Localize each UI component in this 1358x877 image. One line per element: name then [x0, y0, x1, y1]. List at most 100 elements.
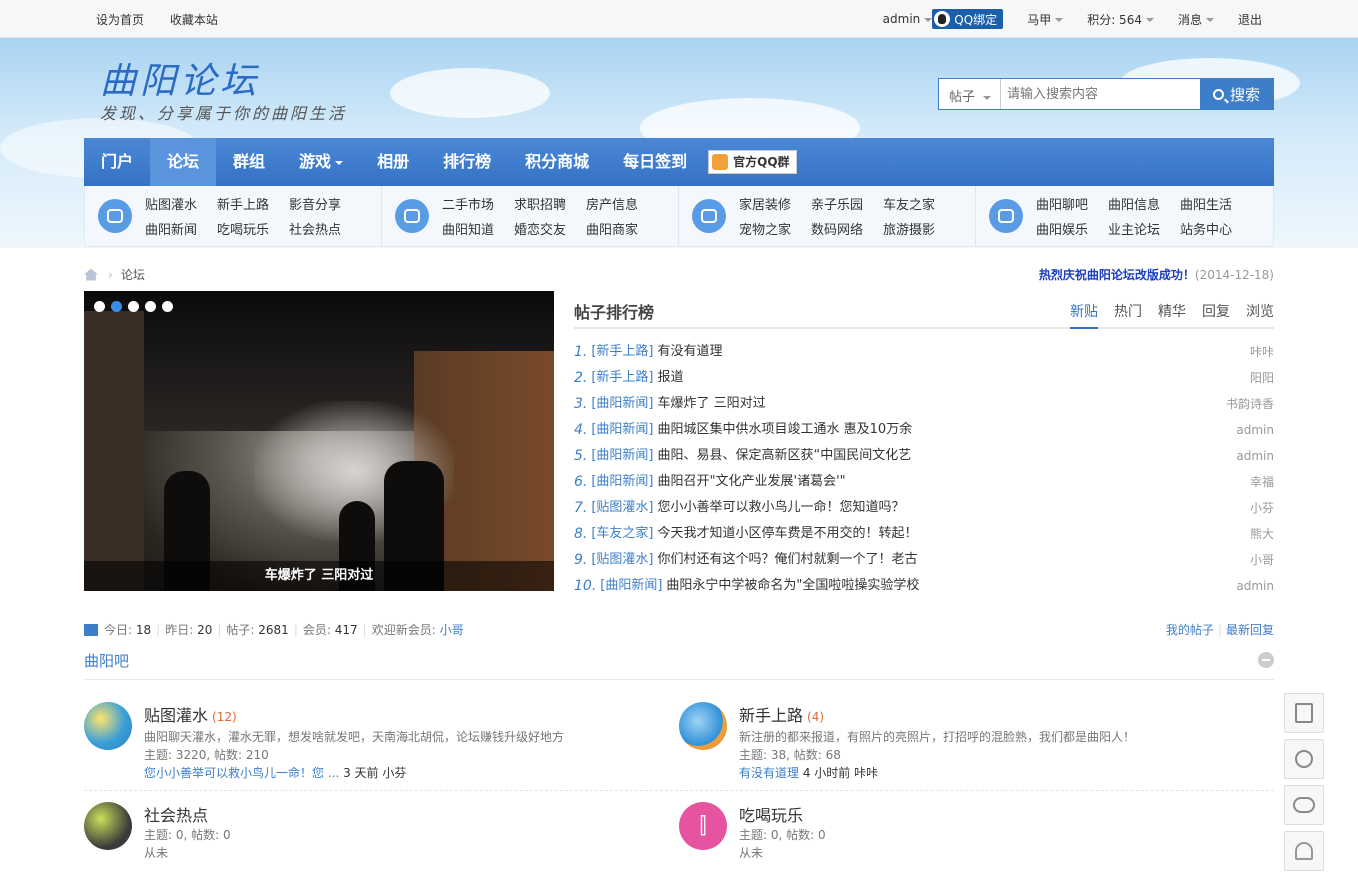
rank-author[interactable]: admin — [1236, 573, 1274, 599]
sub-nav-link[interactable]: 家居装修 — [739, 194, 811, 213]
nav-item-groups[interactable]: 群组 — [216, 138, 282, 186]
sub-nav-link[interactable]: 宠物之家 — [739, 219, 811, 238]
points-menu[interactable]: 积分: 564 — [1087, 11, 1154, 28]
slider-dot[interactable] — [162, 301, 173, 312]
forum-item[interactable]: 贴图灌水 (12) 曲阳聊天灌水，灌水无罪，想发啥就发吧，天南海北胡侃，论坛赚钱升… — [84, 702, 644, 788]
forum-last-post-link[interactable]: 您小小善举可以救小鸟儿一命！您 ... — [144, 766, 339, 780]
sub-nav-link[interactable]: 曲阳聊吧 — [1036, 194, 1108, 213]
search-button[interactable]: 搜索 — [1200, 79, 1273, 109]
nav-item-shop[interactable]: 积分商城 — [508, 138, 606, 186]
rank-category[interactable]: [新手上路] — [591, 339, 653, 365]
rank-category[interactable]: [贴图灌水] — [591, 547, 653, 573]
rank-author[interactable]: 小芬 — [1250, 495, 1274, 521]
nav-item-games[interactable]: 游戏 — [282, 138, 360, 186]
rank-category[interactable]: [曲阳新闻] — [591, 391, 653, 417]
nav-item-portal[interactable]: 门户 — [84, 138, 150, 186]
sub-nav-link[interactable]: 社会热点 — [289, 219, 361, 238]
nav-item-forum[interactable]: 论坛 — [150, 138, 217, 186]
list-item[interactable]: 7. [贴图灌水] 您小小善举可以救小鸟儿一命！您知道吗？ 小芬 — [574, 495, 1274, 521]
forum-name[interactable]: 贴图灌水 — [144, 706, 208, 725]
rank-author[interactable]: 阳阳 — [1250, 365, 1274, 391]
qq-bind-button[interactable]: QQ绑定 — [932, 9, 1004, 29]
sub-nav-link[interactable]: 吃喝玩乐 — [217, 219, 289, 238]
home-icon[interactable] — [84, 268, 98, 281]
sub-nav-link[interactable]: 业主论坛 — [1108, 219, 1180, 238]
collapse-icon[interactable] — [1258, 652, 1274, 668]
rank-title[interactable]: 曲阳召开"文化产业发展'诸葛会'" — [658, 469, 846, 495]
list-item[interactable]: 10. [曲阳新闻] 曲阳永宁中学被命名为"全国啦啦操实验学校 admin — [574, 573, 1274, 599]
slider-dot[interactable] — [94, 301, 105, 312]
list-item[interactable]: 4. [曲阳新闻] 曲阳城区集中供水项目竣工通水 惠及10万余 admin — [574, 417, 1274, 443]
search-input[interactable] — [1001, 79, 1200, 109]
user-icon[interactable] — [1284, 831, 1324, 871]
slider-dot[interactable] — [128, 301, 139, 312]
tab-hot[interactable]: 热门 — [1114, 301, 1142, 329]
forum-name[interactable]: 新手上路 — [739, 706, 803, 725]
rank-author[interactable]: admin — [1236, 443, 1274, 469]
rank-category[interactable]: [新手上路] — [591, 365, 653, 391]
nav-item-ranking[interactable]: 排行榜 — [426, 138, 508, 186]
rank-title[interactable]: 报道 — [658, 365, 684, 391]
rank-title[interactable]: 你们村还有这个吗？俺们村就剩一个了！老古 — [658, 547, 918, 573]
rank-title[interactable]: 今天我才知道小区停车费是不用交的！转起！ — [658, 521, 918, 547]
sub-nav-link[interactable]: 影音分享 — [289, 194, 361, 213]
sub-nav-link[interactable]: 求职招聘 — [514, 194, 586, 213]
slide-caption[interactable]: 车爆炸了 三阳对过 — [84, 561, 554, 591]
announcement-link[interactable]: 热烈庆祝曲阳论坛改版成功！ — [1039, 268, 1195, 282]
image-slider[interactable]: 车爆炸了 三阳对过 — [84, 291, 554, 591]
sub-nav-link[interactable]: 站务中心 — [1180, 219, 1252, 238]
rank-title[interactable]: 曲阳、易县、保定高新区获“中国民间文化艺 — [658, 443, 912, 469]
sub-nav-link[interactable]: 旅游摄影 — [883, 219, 955, 238]
sub-nav-link[interactable]: 亲子乐园 — [811, 194, 883, 213]
sub-nav-link[interactable]: 曲阳生活 — [1180, 194, 1252, 213]
forum-item[interactable]: 社会热点 主题: 0, 帖数: 0 从未 — [84, 802, 644, 877]
sub-nav-link[interactable]: 曲阳信息 — [1108, 194, 1180, 213]
forum-item[interactable]: ⫿ 吃喝玩乐 主题: 0, 帖数: 0 从未 — [679, 802, 1239, 877]
tab-views[interactable]: 浏览 — [1246, 301, 1274, 329]
nav-item-album[interactable]: 相册 — [360, 138, 426, 186]
rank-author[interactable]: 书韵诗香 — [1226, 391, 1274, 417]
sub-nav-link[interactable]: 曲阳商家 — [586, 219, 658, 238]
slider-dot[interactable] — [111, 301, 122, 312]
rank-category[interactable]: [贴图灌水] — [591, 495, 653, 521]
qq-group-button[interactable]: 官方QQ群 — [708, 150, 797, 174]
rank-title[interactable]: 您小小善举可以救小鸟儿一命！您知道吗？ — [658, 495, 905, 521]
alias-menu[interactable]: 马甲 — [1027, 11, 1064, 28]
sub-nav-link[interactable]: 新手上路 — [217, 194, 289, 213]
list-item[interactable]: 6. [曲阳新闻] 曲阳召开"文化产业发展'诸葛会'" 幸福 — [574, 469, 1274, 495]
messages-menu[interactable]: 消息 — [1178, 11, 1214, 28]
set-home-link[interactable]: 设为首页 — [96, 13, 144, 27]
rank-title[interactable]: 曲阳城区集中供水项目竣工通水 惠及10万余 — [658, 417, 913, 443]
sub-nav-link[interactable]: 二手市场 — [442, 194, 514, 213]
latest-replies-link[interactable]: 最新回复 — [1226, 623, 1274, 637]
nav-item-checkin[interactable]: 每日签到 — [606, 138, 704, 186]
sub-nav-link[interactable]: 婚恋交友 — [514, 219, 586, 238]
tab-digest[interactable]: 精华 — [1158, 301, 1186, 329]
rank-author[interactable]: 小哥 — [1250, 547, 1274, 573]
sub-nav-link[interactable]: 贴图灌水 — [145, 194, 217, 213]
forum-name[interactable]: 社会热点 — [144, 806, 208, 825]
rank-category[interactable]: [曲阳新闻] — [591, 417, 653, 443]
rank-author[interactable]: admin — [1236, 417, 1274, 443]
rank-author[interactable]: 幸福 — [1250, 469, 1274, 495]
rank-category[interactable]: [曲阳新闻] — [600, 573, 662, 599]
rank-category[interactable]: [曲阳新闻] — [591, 443, 653, 469]
logout-link[interactable]: 退出 — [1238, 11, 1262, 28]
rank-title[interactable]: 车爆炸了 三阳对过 — [658, 391, 766, 417]
bookmark-link[interactable]: 收藏本站 — [170, 13, 218, 27]
list-item[interactable]: 5. [曲阳新闻] 曲阳、易县、保定高新区获“中国民间文化艺 admin — [574, 443, 1274, 469]
sub-nav-link[interactable]: 曲阳知道 — [442, 219, 514, 238]
tab-replies[interactable]: 回复 — [1202, 301, 1230, 329]
slider-dot[interactable] — [145, 301, 156, 312]
wechat-icon[interactable] — [1284, 785, 1324, 825]
rank-title[interactable]: 有没有道理 — [658, 339, 723, 365]
list-item[interactable]: 9. [贴图灌水] 你们村还有这个吗？俺们村就剩一个了！老古 小哥 — [574, 547, 1274, 573]
tab-new[interactable]: 新贴 — [1070, 301, 1098, 329]
user-menu[interactable]: admin — [883, 12, 933, 26]
section-title[interactable]: 曲阳吧 — [84, 652, 129, 670]
rank-author[interactable]: 熊大 — [1250, 521, 1274, 547]
list-item[interactable]: 1. [新手上路] 有没有道理 咔咔 — [574, 339, 1274, 365]
sub-nav-link[interactable]: 曲阳娱乐 — [1036, 219, 1108, 238]
sub-nav-link[interactable]: 房产信息 — [586, 194, 658, 213]
forum-item[interactable]: 新手上路 (4) 新注册的都来报道，有照片的亮照片，打招呼的混脸熟，我们都是曲阳人… — [679, 702, 1239, 788]
